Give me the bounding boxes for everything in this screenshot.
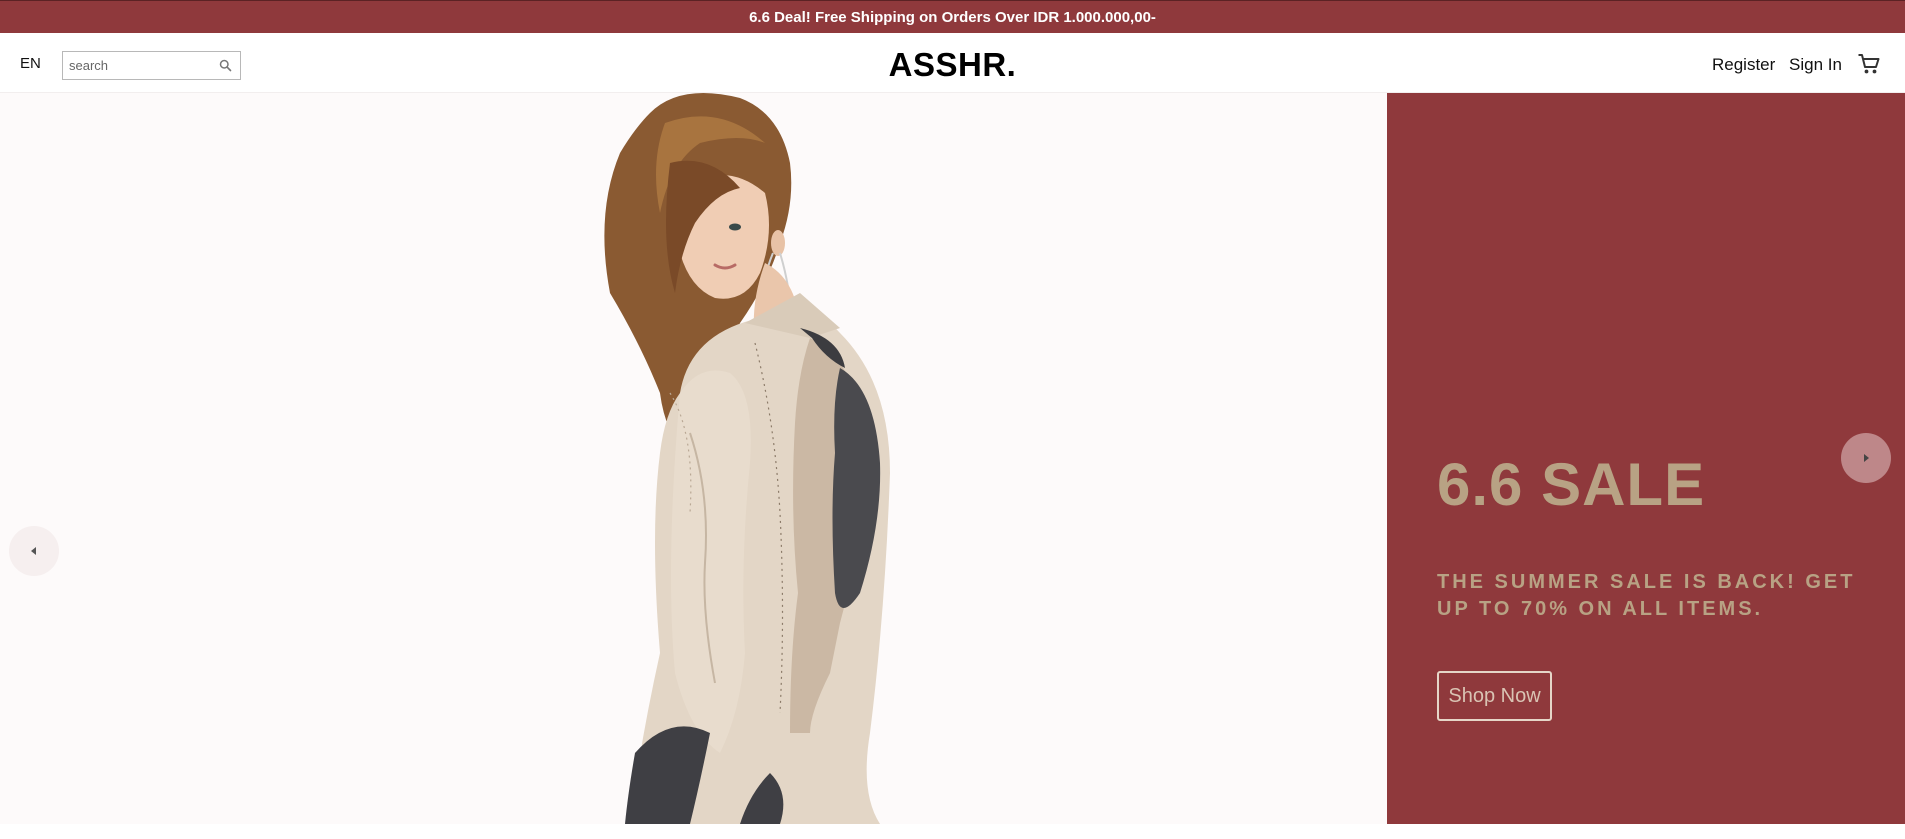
search-icon[interactable] bbox=[218, 58, 233, 73]
sign-in-link[interactable]: Sign In bbox=[1789, 55, 1842, 75]
shop-now-button[interactable]: Shop Now bbox=[1437, 671, 1552, 721]
logo-wrapper: ASSHR. bbox=[0, 46, 1905, 84]
site-logo[interactable]: ASSHR. bbox=[889, 46, 1017, 83]
promo-banner: 6.6 Deal! Free Shipping on Orders Over I… bbox=[0, 0, 1905, 33]
hero-model-image bbox=[604, 93, 890, 824]
sale-title: 6.6 SALE bbox=[1437, 451, 1706, 518]
sale-subtitle: THE SUMMER SALE IS BACK! GET UP TO 70% O… bbox=[1437, 571, 1856, 620]
search-box bbox=[62, 51, 241, 80]
sale-panel: 6.6 SALE THE SUMMER SALE IS BACK! GET UP… bbox=[1387, 93, 1905, 824]
carousel-prev-button[interactable] bbox=[9, 526, 59, 576]
register-link[interactable]: Register bbox=[1712, 55, 1775, 75]
chevron-right-icon bbox=[1864, 454, 1869, 462]
chevron-left-icon bbox=[31, 547, 36, 555]
search-input[interactable] bbox=[63, 53, 213, 78]
site-header: EN ASSHR. Register Sign In bbox=[0, 33, 1905, 93]
page-bottom-strip bbox=[0, 824, 1905, 839]
language-selector[interactable]: EN bbox=[20, 55, 41, 72]
carousel-next-button[interactable] bbox=[1841, 433, 1891, 483]
promo-text: 6.6 Deal! Free Shipping on Orders Over I… bbox=[749, 8, 1156, 26]
cart-icon[interactable] bbox=[1857, 52, 1881, 76]
